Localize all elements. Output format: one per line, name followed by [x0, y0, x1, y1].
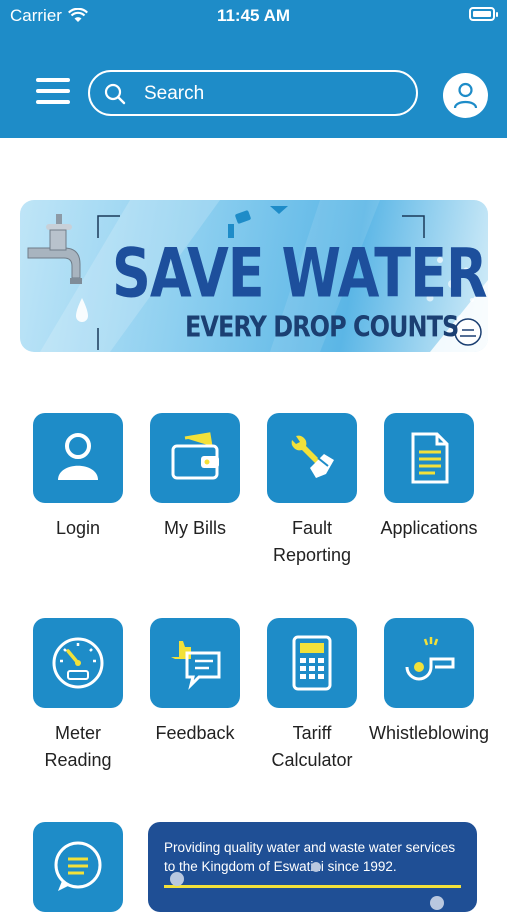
app-header: Carrier 11:45 AM [0, 0, 507, 138]
hamburger-menu-button[interactable] [36, 78, 70, 104]
tile-label: Whistleblowing [368, 723, 490, 743]
seal-logo [454, 318, 482, 346]
tile-label: Tariff Calculator [271, 723, 353, 770]
user-icon [58, 433, 98, 480]
timeline-dot [170, 872, 184, 886]
document-icon [411, 432, 449, 484]
tile-meter-reading[interactable]: Meter Reading [18, 618, 138, 774]
tile-applications[interactable]: Applications [369, 413, 489, 542]
tile-label: Applications [380, 518, 478, 538]
calculator-icon [292, 635, 332, 691]
tile-label: My Bills [164, 518, 226, 538]
battery-icon [469, 7, 498, 21]
status-bar: Carrier 11:45 AM [0, 4, 507, 28]
timeline-dot [311, 862, 321, 872]
tile-my-bills[interactable]: My Bills [135, 413, 255, 542]
chat-icon [54, 841, 102, 891]
progress-line [164, 885, 461, 888]
banner-subtitle: EVERY DROP COUNTS [185, 310, 459, 344]
banner-title: SAVE WATER [112, 234, 488, 313]
wallet-icon [171, 432, 219, 480]
clock: 11:45 AM [216, 6, 291, 25]
tile-label: Fault Reporting [272, 518, 352, 565]
tile-feedback[interactable]: Feedback [135, 618, 255, 747]
tile-chat[interactable] [18, 822, 138, 924]
tile-tariff-calculator[interactable]: Tariff Calculator [252, 618, 372, 774]
search-icon [104, 83, 126, 105]
tile-login[interactable]: Login [18, 413, 138, 542]
tile-label: Login [55, 518, 101, 538]
search-input[interactable] [142, 78, 406, 110]
feedback-icon [171, 641, 221, 690]
tile-label: Meter Reading [44, 723, 112, 770]
user-avatar-icon [453, 82, 478, 109]
tile-whistleblowing[interactable]: Whistleblowing [359, 618, 499, 747]
profile-button[interactable] [443, 73, 488, 118]
save-water-banner[interactable]: SAVE WATER EVERY DROP COUNTS [20, 200, 488, 352]
gauge-icon [52, 637, 104, 689]
info-card: Providing quality water and waste water … [148, 822, 477, 912]
timeline-dot [430, 896, 444, 910]
tile-fault-reporting[interactable]: Fault Reporting [252, 413, 372, 569]
wrench-icon [291, 435, 334, 478]
tile-label: Feedback [155, 723, 235, 743]
whistle-icon [405, 637, 455, 681]
search-bar[interactable] [88, 70, 418, 116]
